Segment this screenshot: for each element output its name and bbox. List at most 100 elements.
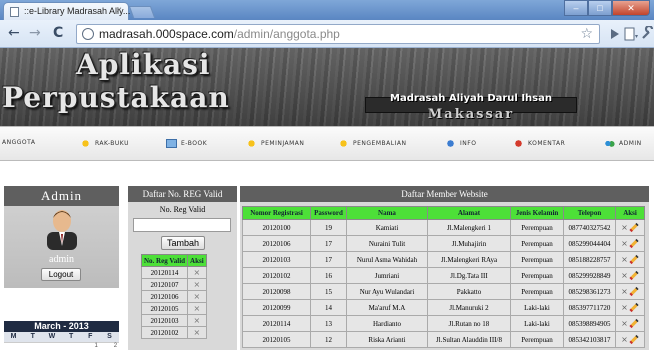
menu-pengembalian[interactable]: PENGEMBALIAN (338, 139, 406, 148)
edit-pencil-icon[interactable] (629, 238, 639, 249)
wrench-icon[interactable] (641, 26, 654, 40)
reg-number-cell: 20120099 (242, 299, 311, 316)
reg-row: 20120102 × (140, 326, 207, 339)
menu-peminjaman[interactable]: PEMINJAMAN (246, 139, 304, 148)
user-panel: admin Logout (4, 206, 119, 288)
logo-title-line2: Perpustakaan (2, 81, 230, 114)
delete-icon[interactable]: × (621, 303, 628, 312)
menu-komentar[interactable]: KOMENTAR (513, 139, 565, 148)
password-cell: 16 (310, 267, 347, 284)
password-cell: 17 (310, 235, 347, 252)
row-actions: × (615, 331, 645, 348)
menu-anggota[interactable]: ANGGOTA (2, 139, 35, 146)
reg-row: 20120105 × (140, 302, 207, 315)
browser-tabbar: ::e-Library Madrasah Aliy... × – □ ✕ (0, 0, 654, 20)
calendar-day[interactable]: 2 (100, 343, 119, 350)
maximize-button[interactable]: □ (588, 0, 612, 16)
site-banner: Aplikasi Perpustakaan Madrasah Aliyah Da… (0, 48, 654, 126)
phone-cell: 085398894905 (563, 315, 616, 332)
delete-icon[interactable]: × (187, 278, 207, 291)
comment-icon (513, 139, 524, 148)
address-bar[interactable]: madrasah.000space.com/admin/anggota.php … (76, 24, 600, 44)
edit-pencil-icon[interactable] (629, 286, 639, 297)
edit-pencil-icon[interactable] (629, 254, 639, 265)
column-header: Jenis Kelamin (510, 206, 564, 220)
browser-tab[interactable]: ::e-Library Madrasah Aliy... × (3, 2, 130, 20)
school-plaque: Madrasah Aliyah Darul Ihsan Makassar (357, 90, 585, 122)
delete-icon[interactable]: × (621, 287, 628, 296)
plaque-city: Makassar (427, 107, 515, 122)
password-cell: 17 (310, 251, 347, 268)
phone-cell: 085299928849 (563, 267, 616, 284)
page-menu-icon[interactable] (624, 27, 638, 41)
phone-cell: 085342103817 (563, 331, 616, 348)
name-cell: Nuraini Tulit (346, 235, 428, 252)
reg-number-cell: 20120103 (242, 251, 311, 268)
reg-number-cell: 20120100 (242, 219, 311, 236)
row-actions: × (615, 283, 645, 300)
minimize-button[interactable]: – (564, 0, 588, 16)
calendar-day[interactable]: 1 (81, 343, 100, 350)
delete-icon[interactable]: × (621, 255, 628, 264)
reg-number-cell: 20120102 (242, 267, 311, 284)
reg-row: 20120106 × (140, 290, 207, 303)
delete-icon[interactable]: × (187, 314, 207, 327)
delete-icon[interactable]: × (187, 326, 207, 339)
back-button[interactable]: ← (8, 25, 20, 41)
reg-row: 20120107 × (140, 278, 207, 291)
password-cell: 15 (310, 283, 347, 300)
table-row: 20120105 12 Riska Arianti Jl.Sultan Alauddi… (242, 331, 645, 348)
delete-icon[interactable]: × (621, 319, 628, 328)
name-cell: Kamiati (346, 219, 428, 236)
bookmark-star-icon[interactable]: ☆ (580, 26, 593, 42)
edit-pencil-icon[interactable] (629, 270, 639, 281)
address-cell: Jl.Dg.Tata III (427, 267, 511, 284)
forward-button[interactable]: → (29, 25, 41, 41)
menu-e-book[interactable]: E-BOOK (166, 139, 207, 148)
reload-button[interactable]: C (53, 25, 63, 41)
menu-admin[interactable]: ADMIN (604, 139, 642, 148)
address-cell: Pakkatto (427, 283, 511, 300)
avatar (47, 210, 77, 250)
new-tab-button[interactable] (128, 6, 156, 18)
delete-icon[interactable]: × (187, 302, 207, 315)
table-row: 20120098 15 Nur Ayu Wulandari Pakkatto Perem… (242, 283, 645, 300)
sidebar-heading: Admin (4, 186, 119, 206)
column-header: Alamat (427, 206, 511, 220)
logout-button[interactable]: Logout (41, 268, 81, 281)
delete-icon[interactable]: × (187, 266, 207, 279)
edit-pencil-icon[interactable] (629, 302, 639, 313)
star-icon (246, 139, 257, 148)
name-cell: Nurul Asma Wahidah (346, 251, 428, 268)
password-cell: 14 (310, 299, 347, 316)
add-reg-button[interactable]: Tambah (161, 236, 205, 250)
reg-row: 20120103 × (140, 314, 207, 327)
menu-info[interactable]: INFO (445, 139, 476, 148)
address-cell: Jl.Malengkeri 1 (427, 219, 511, 236)
gender-cell: Perempuan (510, 283, 564, 300)
delete-icon[interactable]: × (621, 335, 628, 344)
close-window-button[interactable]: ✕ (612, 0, 650, 16)
edit-pencil-icon[interactable] (629, 318, 639, 329)
reg-number-cell: 20120106 (140, 290, 189, 303)
edit-pencil-icon[interactable] (629, 334, 639, 345)
delete-icon[interactable]: × (621, 239, 628, 248)
address-cell: Jl.Malengkeri RAya (427, 251, 511, 268)
plaque-school-name: Madrasah Aliyah Darul Ihsan (390, 93, 552, 104)
reg-number-cell: 20120105 (140, 302, 189, 315)
gender-cell: Perempuan (510, 251, 564, 268)
info-icon (445, 139, 456, 148)
edit-pencil-icon[interactable] (629, 222, 639, 233)
table-row: 20120099 14 Ma'aruf M.A Jl.Manuruki 2 Laki-l… (242, 299, 645, 316)
play-icon[interactable] (610, 29, 620, 39)
tab-close-button[interactable]: × (116, 5, 122, 16)
reg-number-cell: 20120114 (140, 266, 189, 279)
table-row: 20120106 17 Nuraini Tulit Jl.Muhajirin Perem… (242, 235, 645, 252)
reg-number-input[interactable] (133, 218, 231, 232)
ebook-icon (166, 139, 177, 148)
phone-cell: 085298361273 (563, 283, 616, 300)
delete-icon[interactable]: × (187, 290, 207, 303)
delete-icon[interactable]: × (621, 223, 628, 232)
menu-rak-buku[interactable]: RAK-BUKU (80, 139, 129, 148)
delete-icon[interactable]: × (621, 271, 628, 280)
